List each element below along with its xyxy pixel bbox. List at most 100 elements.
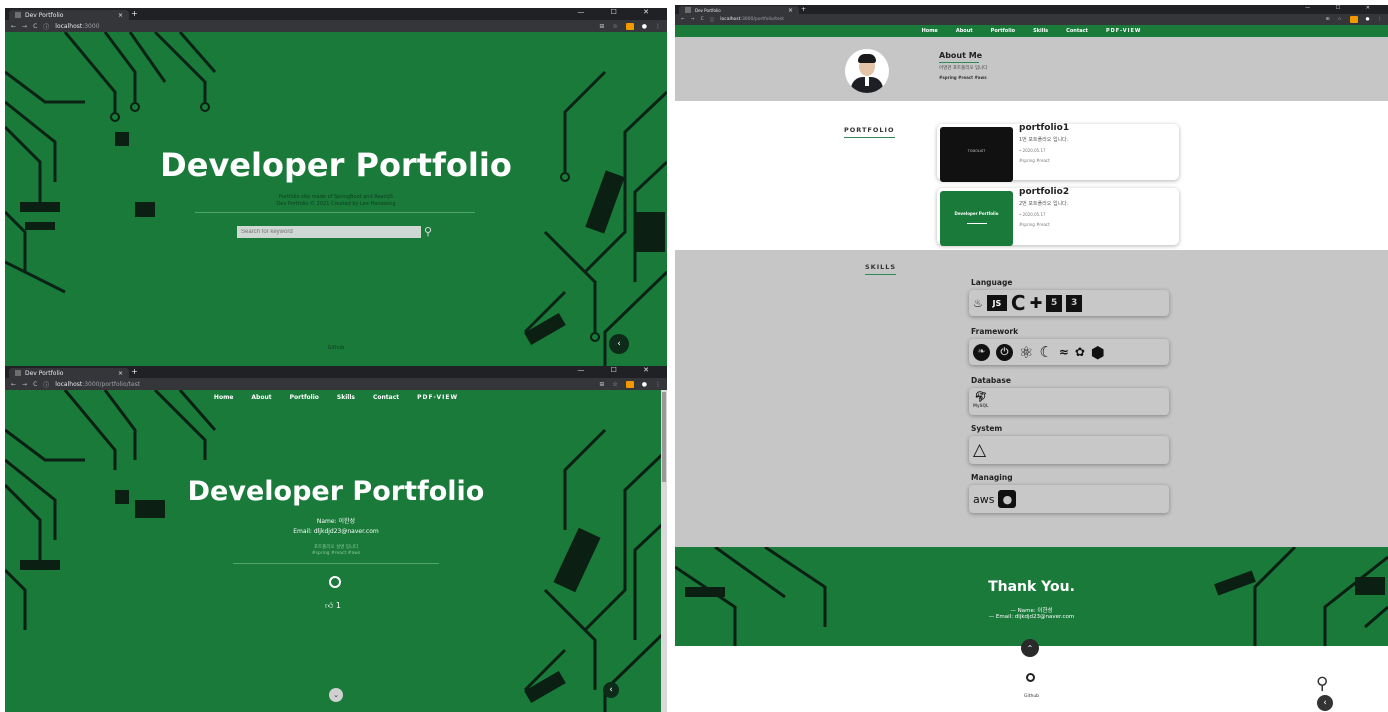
- scroll-down-button[interactable]: ⌄: [329, 688, 343, 702]
- hero-subtitle-2: Dev Portfolio © 2021 Created by Lee Hans…: [276, 201, 396, 207]
- new-tab-button[interactable]: +: [801, 6, 806, 13]
- extension-icon[interactable]: [625, 22, 634, 30]
- nav-portfolio[interactable]: Portfolio: [991, 28, 1015, 34]
- portfolio-tags-2: #spring #react: [1019, 222, 1050, 227]
- nav-portfolio[interactable]: Portfolio: [290, 394, 319, 401]
- thanks-name: — Name: 이한성: [1010, 608, 1053, 614]
- scrollbar-thumb[interactable]: [662, 392, 666, 482]
- portfolio-date-2: • 2020.05.17: [1019, 212, 1046, 217]
- landing-hero: Developer Portfolio Portfolio site made …: [5, 32, 667, 366]
- react-icon: ⚛: [1019, 342, 1034, 362]
- extension-icon[interactable]: [1349, 16, 1358, 23]
- reload-icon[interactable]: C: [701, 17, 704, 22]
- forward-icon[interactable]: →: [22, 23, 27, 30]
- windows-icon: [990, 442, 1008, 458]
- like-button[interactable]: 👍︎ 1: [325, 601, 341, 611]
- scroll-back-button[interactable]: ‹: [1317, 695, 1333, 711]
- top-nav-bar: Home About Portfolio Skills Contact PDF-…: [675, 25, 1388, 37]
- skill-category-framework: Framework: [971, 327, 1019, 336]
- profile-icon[interactable]: ●: [1366, 17, 1370, 22]
- forward-icon[interactable]: →: [691, 17, 695, 22]
- jquery-icon: ≈: [1058, 345, 1069, 359]
- reload-icon[interactable]: C: [33, 23, 37, 30]
- portfolio-card-1[interactable]: TODOLIST portfolio1 1번 포트폴리오 입니다. • 2020…: [937, 123, 1179, 182]
- url-field[interactable]: localhost:3000/portfolio/test: [55, 381, 140, 388]
- translate-icon[interactable]: ⊞: [1326, 17, 1330, 22]
- thanks-title: Thank You.: [988, 579, 1075, 595]
- nav-about[interactable]: About: [251, 394, 271, 401]
- info-icon[interactable]: ⓘ: [43, 22, 49, 31]
- back-icon[interactable]: ←: [681, 17, 685, 22]
- aws-icon: aws: [973, 492, 995, 506]
- tab-title: Dev Portfolio: [695, 7, 721, 13]
- nav-skills[interactable]: Skills: [1033, 28, 1048, 34]
- star-icon[interactable]: ☆: [1338, 17, 1342, 22]
- window-controls[interactable]: — ☐ ✕: [577, 366, 661, 374]
- address-bar: ← → C ⓘ localhost:3000/portfolio/test ⊞ …: [675, 14, 1388, 25]
- hero-subtitle-1: Portfolio site made of SpringBoot and Re…: [279, 194, 393, 200]
- github-icon: ●: [998, 490, 1017, 508]
- new-tab-button[interactable]: +: [131, 367, 138, 376]
- forward-icon[interactable]: →: [22, 381, 27, 388]
- translate-icon[interactable]: ⊞: [599, 23, 604, 30]
- skill-category-system: System: [971, 424, 1003, 433]
- github-icon[interactable]: [329, 576, 341, 588]
- footer-github-icon[interactable]: [1026, 673, 1035, 682]
- linux-icon: △: [973, 440, 987, 460]
- contact-section: Thank You. — Name: 이한성 — Email: dljkdjd2…: [675, 547, 1388, 646]
- about-underline: [939, 62, 979, 63]
- scroll-top-button[interactable]: ⌃: [1021, 639, 1039, 657]
- menu-icon[interactable]: ⋮: [655, 23, 661, 30]
- browser-tab[interactable]: Dev Portfolio ×: [679, 6, 799, 14]
- url-field[interactable]: localhost:3000: [55, 23, 99, 30]
- css3-icon: 3: [1066, 294, 1083, 312]
- menu-icon[interactable]: ⋮: [655, 381, 661, 388]
- scroll-back-button[interactable]: ‹: [603, 682, 619, 698]
- nav-home[interactable]: Home: [922, 28, 938, 34]
- new-tab-button[interactable]: +: [131, 9, 138, 18]
- portfolio-card-2[interactable]: Developer Portfolio portfolio2 2번 포트폴리오 …: [937, 187, 1179, 246]
- profile-icon[interactable]: ●: [642, 23, 647, 30]
- about-section: About Me 이영관 포트폴리오 입니다 #spring #react #a…: [675, 37, 1388, 101]
- hero-title: Developer Portfolio: [160, 146, 512, 184]
- back-icon[interactable]: ←: [11, 381, 16, 388]
- info-icon[interactable]: ⓘ: [43, 380, 49, 389]
- nav-pdf-view[interactable]: PDF-VIEW: [417, 394, 458, 401]
- nav-contact[interactable]: Contact: [1066, 28, 1088, 34]
- footer-github-text[interactable]: Github: [5, 345, 667, 351]
- footer-github-text[interactable]: Github: [675, 694, 1388, 699]
- nav-home[interactable]: Home: [214, 394, 233, 401]
- tab-close-icon[interactable]: ×: [788, 7, 793, 14]
- hero-sub-2: #spring #react #aws: [311, 551, 361, 556]
- profile-icon[interactable]: ●: [642, 381, 647, 388]
- window-controls[interactable]: — ☐ ✕: [577, 8, 661, 16]
- scroll-back-button[interactable]: ‹: [609, 334, 629, 354]
- search-input[interactable]: [237, 226, 421, 238]
- page-content: Home About Portfolio Skills Contact PDF-…: [675, 25, 1388, 712]
- star-icon[interactable]: ☆: [612, 381, 617, 388]
- tab-close-icon[interactable]: ×: [118, 370, 123, 377]
- window-controls[interactable]: — ☐ ✕: [1305, 5, 1382, 11]
- nav-pdf-view[interactable]: PDF-VIEW: [1106, 28, 1141, 34]
- browser-tab[interactable]: Dev Portfolio ×: [9, 10, 129, 20]
- nav-contact[interactable]: Contact: [373, 394, 399, 401]
- translate-icon[interactable]: ⊞: [599, 381, 604, 388]
- browser-tab[interactable]: Dev Portfolio ×: [9, 368, 129, 378]
- star-icon[interactable]: ☆: [612, 23, 617, 30]
- portfolio-date-1: • 2020.05.17: [1019, 148, 1046, 153]
- info-icon[interactable]: ⓘ: [710, 17, 715, 23]
- menu-icon[interactable]: ⋮: [1378, 17, 1383, 22]
- url-field[interactable]: localhost:3000/portfolio/test: [720, 17, 784, 22]
- thumbnail-divider: [967, 223, 987, 224]
- reload-icon[interactable]: C: [33, 381, 37, 388]
- back-icon[interactable]: ←: [11, 23, 16, 30]
- address-bar: ← → C ⓘ localhost:3000 ⊞ ☆ ● ⋮: [5, 20, 667, 32]
- extension-icon[interactable]: [625, 380, 634, 388]
- search-icon[interactable]: ⚲: [1316, 674, 1328, 694]
- portfolio-hero: Home About Portfolio Skills Contact PDF-…: [5, 390, 667, 712]
- nav-skills[interactable]: Skills: [337, 394, 355, 401]
- scrollbar[interactable]: [661, 390, 667, 712]
- tab-close-icon[interactable]: ×: [118, 12, 123, 19]
- nav-about[interactable]: About: [956, 28, 973, 34]
- search-icon[interactable]: ⚲: [424, 225, 432, 238]
